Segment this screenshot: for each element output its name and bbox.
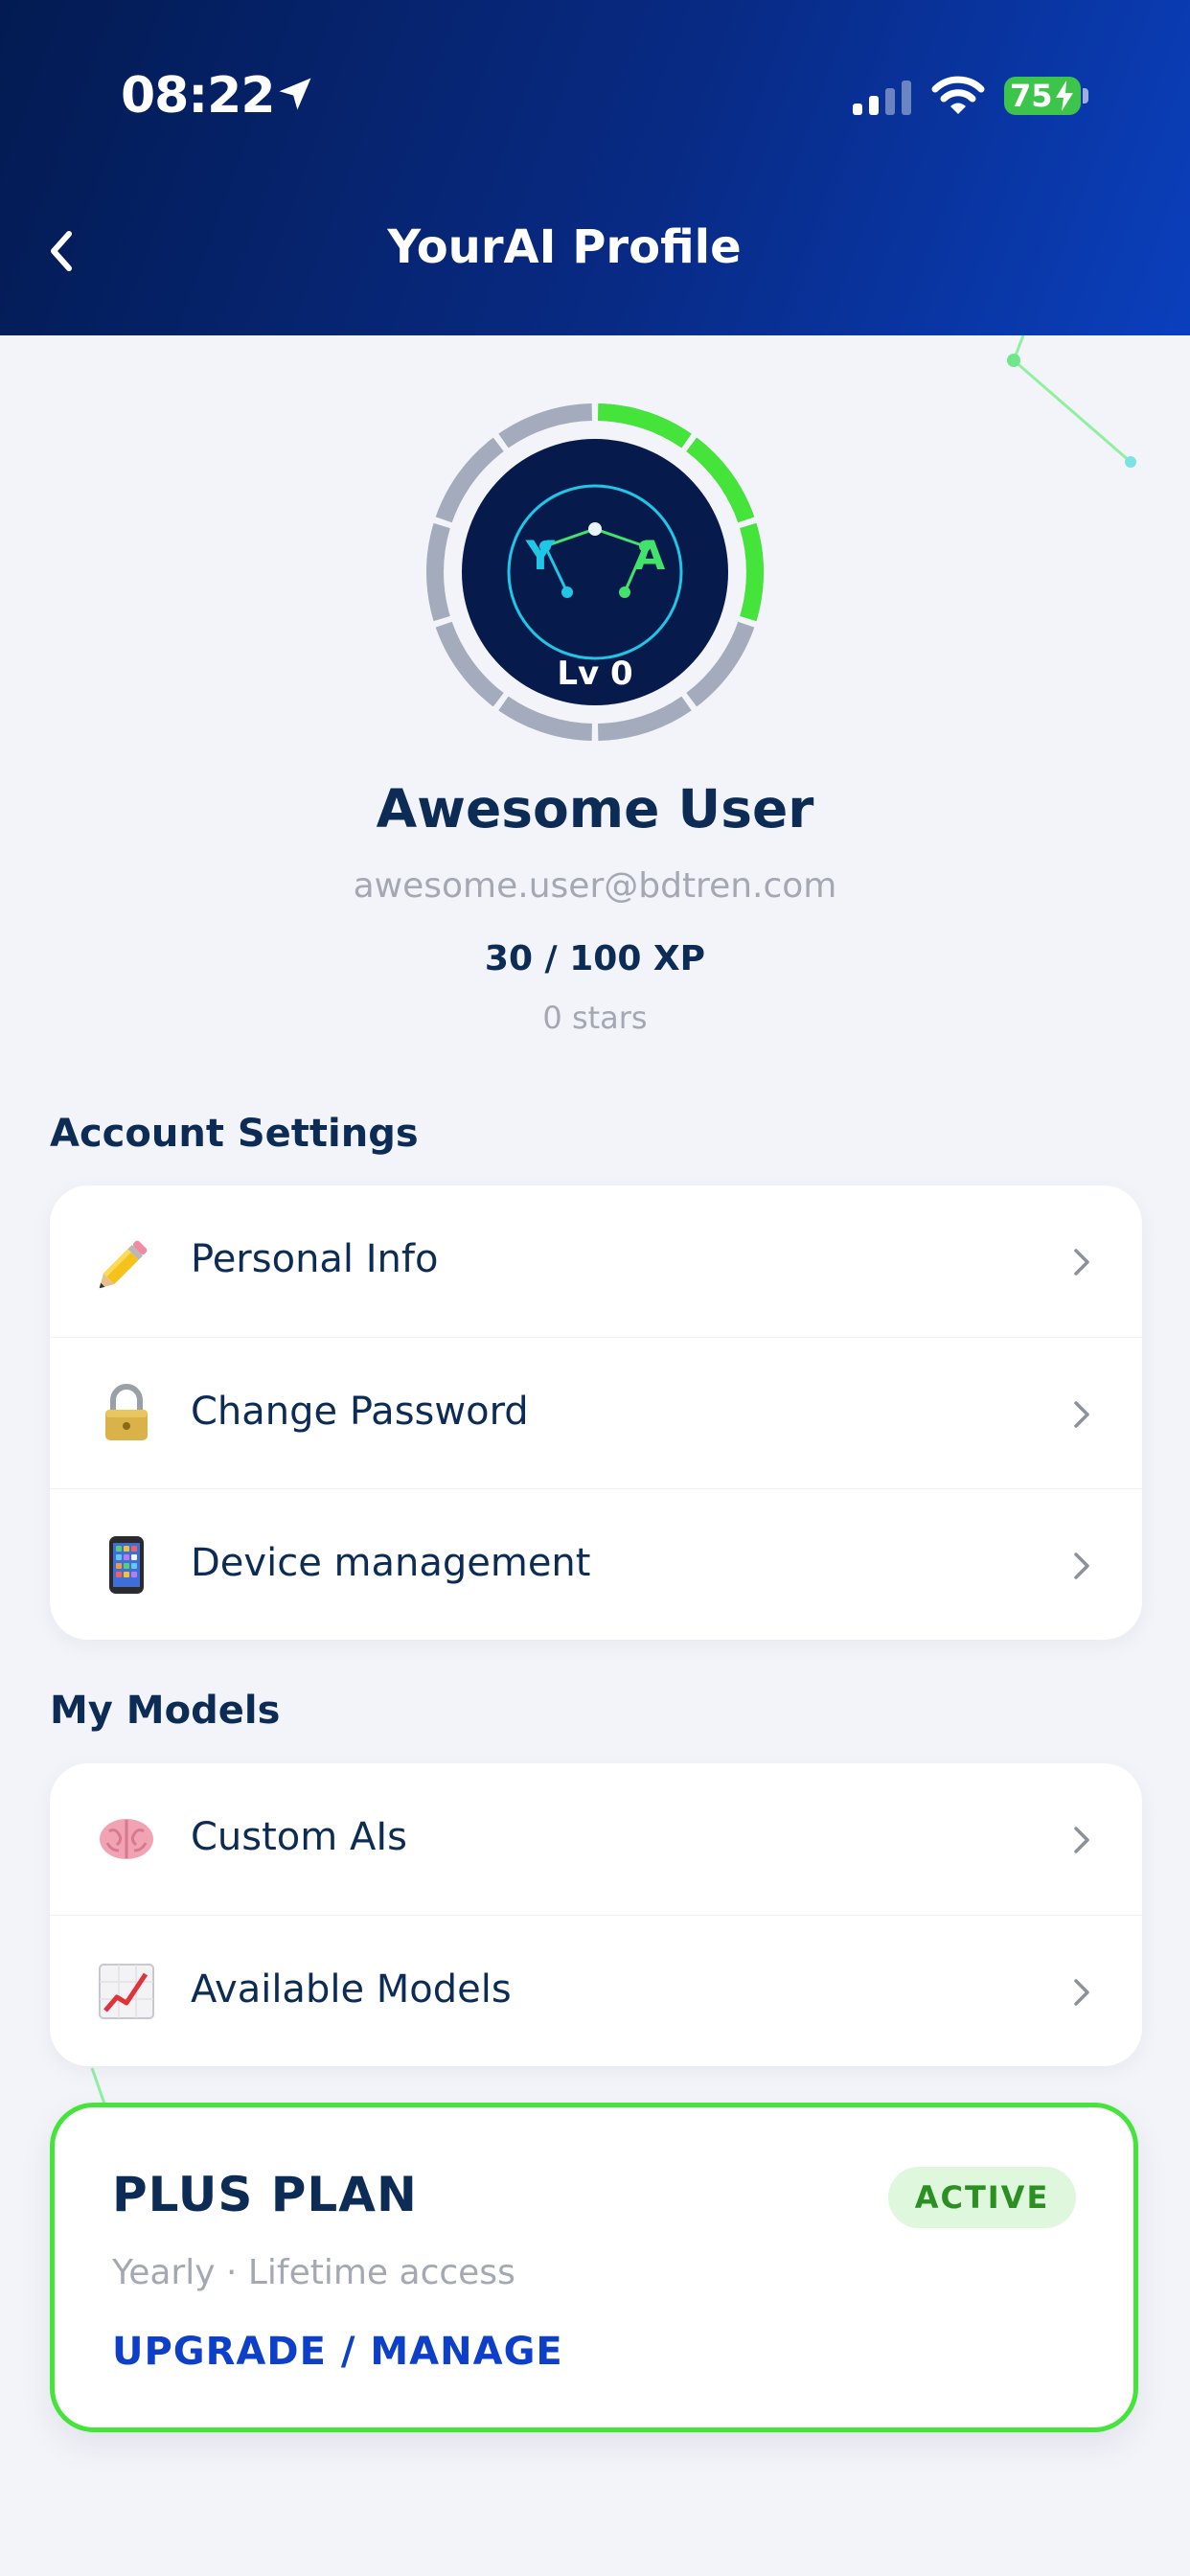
battery-cap	[1083, 88, 1088, 104]
settings-item-device-management[interactable]: Device management	[50, 1488, 1142, 1640]
charging-bolt-icon	[1056, 80, 1073, 111]
chevron-right-icon	[1074, 1249, 1089, 1276]
level-label: Lv 0	[557, 655, 633, 693]
settings-item-label: Personal Info	[191, 1237, 439, 1281]
location-arrow-icon	[279, 78, 311, 110]
brain-icon	[100, 1819, 153, 1859]
user-name: Awesome User	[376, 778, 814, 840]
ring-segment-filled	[740, 522, 764, 622]
user-xp: 30 / 100 XP	[484, 939, 706, 978]
ring-segment	[498, 696, 593, 741]
settings-item-label: Device management	[191, 1541, 591, 1585]
page-title: YourAI Profile	[387, 220, 742, 274]
user-email: awesome.user@bdtren.com	[353, 866, 837, 906]
models-item-label: Custom AIs	[191, 1815, 407, 1859]
upgrade-manage-link[interactable]: UPGRADE / MANAGE	[112, 2330, 563, 2374]
plan-subtitle: Yearly · Lifetime access	[112, 2253, 515, 2292]
header-bar: 08:22 75 YourAI Profile	[0, 0, 1190, 335]
status-time: 08:22	[121, 67, 276, 125]
cellular-signal-icon	[853, 80, 911, 115]
plan-status-badge: ACTIVE	[888, 2167, 1076, 2228]
mobile-phone-icon	[109, 1536, 144, 1594]
avatar-letter-y: Y	[525, 532, 556, 579]
chevron-right-icon	[1074, 1401, 1089, 1428]
pencil-icon	[99, 1240, 148, 1289]
my-models-card: Custom AIs Available Models	[50, 1763, 1142, 2066]
ring-segment	[498, 403, 593, 448]
chevron-right-icon	[1074, 1979, 1089, 2006]
account-settings-card: Personal Info Change Password Device man…	[50, 1185, 1142, 1640]
ring-segment	[597, 696, 692, 741]
account-settings-heading: Account Settings	[50, 1112, 419, 1156]
chevron-right-icon	[1074, 1827, 1089, 1853]
chevron-right-icon	[1074, 1552, 1089, 1579]
plan-title: PLUS PLAN	[112, 2167, 418, 2222]
ring-segment	[426, 522, 450, 622]
lock-icon	[105, 1384, 148, 1440]
settings-item-label: Change Password	[191, 1390, 529, 1434]
plan-card: PLUS PLAN ACTIVE Yearly · Lifetime acces…	[50, 2103, 1138, 2432]
settings-item-change-password[interactable]: Change Password	[50, 1337, 1142, 1488]
chart-increasing-icon	[99, 1964, 154, 2019]
level-progress-ring: Y A	[426, 403, 764, 741]
models-item-custom-ais[interactable]: Custom AIs	[50, 1763, 1142, 1915]
settings-item-personal-info[interactable]: Personal Info	[50, 1185, 1142, 1337]
my-models-heading: My Models	[50, 1689, 281, 1733]
models-item-available-models[interactable]: Available Models	[50, 1915, 1142, 2066]
wifi-icon	[931, 76, 985, 114]
ring-segment-filled	[597, 403, 692, 448]
models-item-label: Available Models	[191, 1967, 512, 2012]
user-stars: 0 stars	[542, 1000, 648, 1036]
avatar-letter-a: A	[634, 532, 666, 579]
